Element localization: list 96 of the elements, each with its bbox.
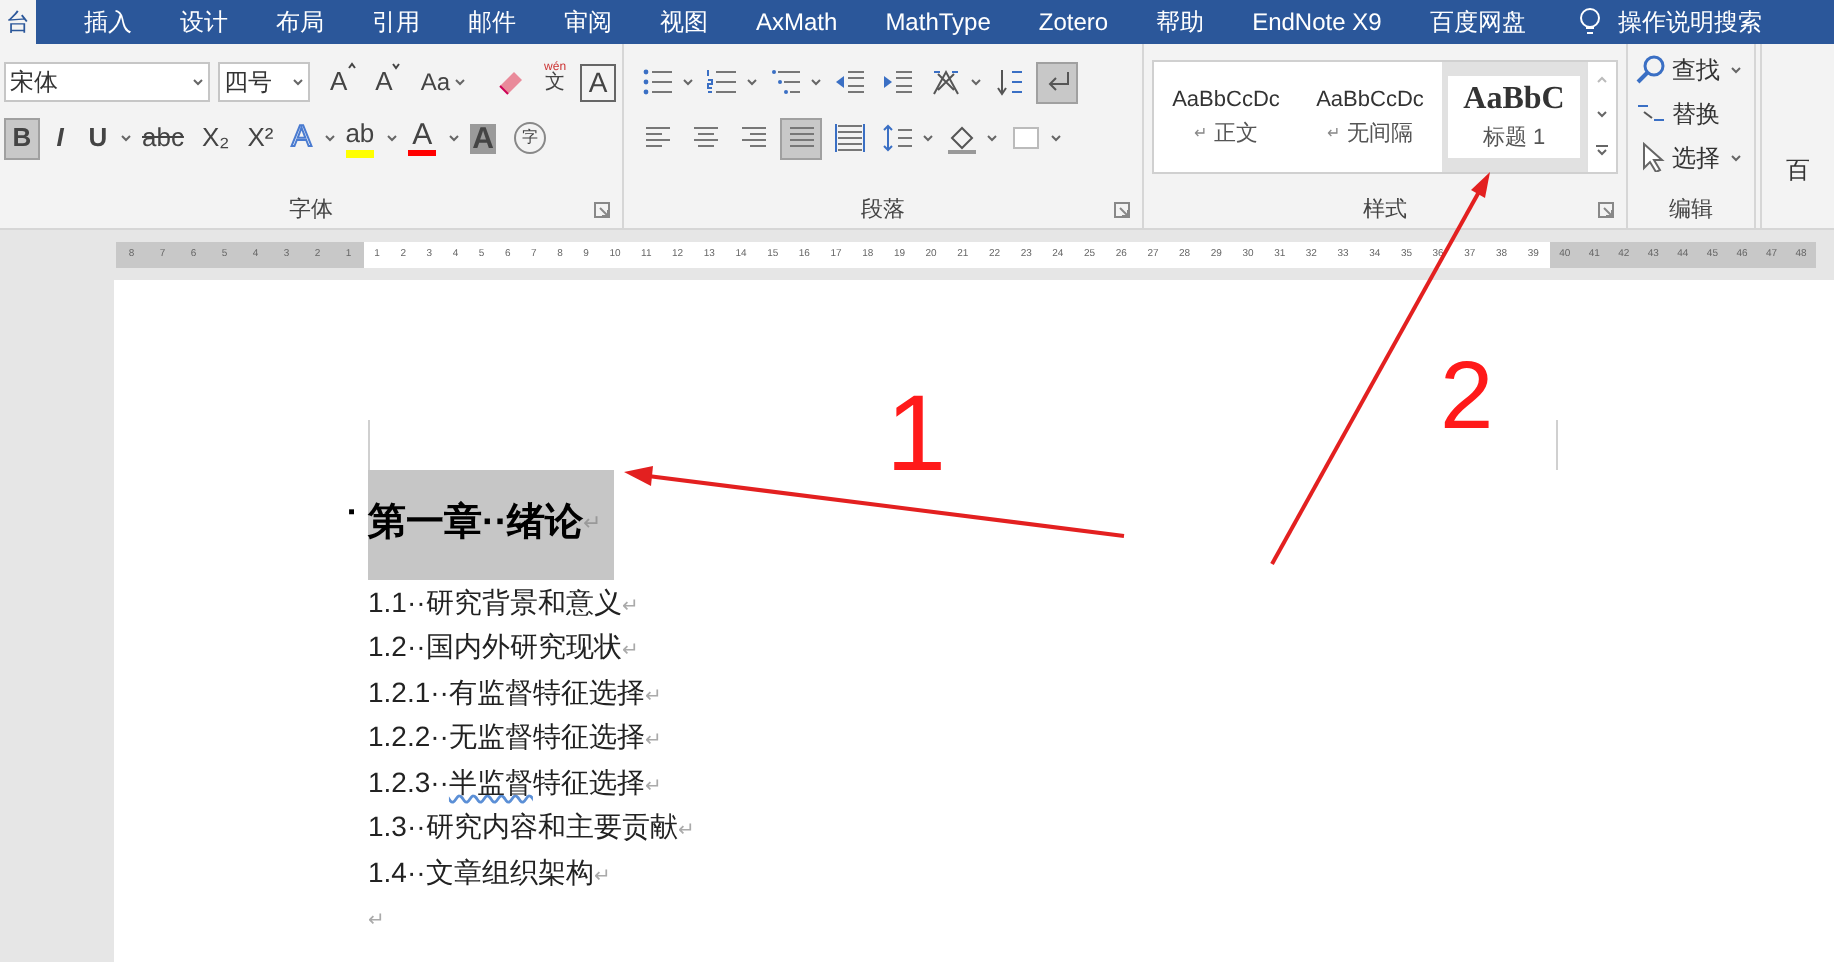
highlight-swatch: [345, 149, 374, 157]
grow-font-button[interactable]: A: [322, 62, 364, 102]
font-size-field[interactable]: 四号: [218, 62, 310, 102]
margin-mark: [368, 420, 370, 470]
document-line: 1.3··研究内容和主要贡献↵: [368, 808, 694, 847]
font-color-button[interactable]: A: [400, 117, 445, 159]
superscript-button[interactable]: X²: [239, 117, 282, 159]
asian-layout-icon: [929, 66, 961, 98]
shading-icon: [945, 122, 977, 154]
borders-icon: [1009, 122, 1041, 154]
ribbon-tab[interactable]: 视图: [640, 0, 728, 44]
caret-icon: [192, 78, 204, 86]
replace-button[interactable]: 替换: [1636, 94, 1746, 132]
character-border-button[interactable]: A: [580, 63, 617, 101]
caret-icon: [323, 134, 336, 142]
document-line: 1.1··研究背景和意义↵: [368, 583, 638, 622]
highlight-button[interactable]: ab: [337, 117, 383, 159]
caret-icon: [810, 78, 822, 86]
style-item[interactable]: AaBbCcDc ↵ 无间隔: [1298, 62, 1442, 172]
distributed-icon: [833, 122, 865, 154]
bold-button[interactable]: B: [4, 117, 40, 159]
caret-icon: [1730, 65, 1742, 73]
caret-icon: [292, 78, 304, 86]
document-line: 1.2.1··有监督特征选择↵: [368, 673, 661, 712]
line-spacing-icon: [881, 122, 913, 154]
ribbon-tab[interactable]: MathType: [865, 0, 1011, 44]
scroll-down-icon: [1595, 109, 1607, 118]
bullet-mark: ▪: [348, 500, 356, 528]
ribbon-tab[interactable]: 设计: [160, 0, 248, 44]
justify-button[interactable]: [780, 117, 822, 159]
group-label: 编辑: [1669, 195, 1713, 226]
paragraph-mark: ↵: [1327, 126, 1341, 142]
caret-icon: [1730, 153, 1742, 161]
caret-icon: [448, 134, 461, 142]
ribbon-tab[interactable]: AxMath: [736, 0, 858, 44]
tell-me-search[interactable]: 操作说明搜索: [1577, 0, 1762, 44]
find-button[interactable]: 查找: [1636, 50, 1746, 88]
caret-icon: [454, 78, 467, 86]
paragraph-mark: ↵: [1194, 126, 1208, 142]
caret-icon: [746, 78, 758, 86]
caret-icon: [120, 134, 132, 142]
style-item[interactable]: AaBbC 标题 1: [1442, 62, 1586, 172]
style-item[interactable]: AaBbCcDc ↵ 正文: [1154, 62, 1298, 172]
increase-indent-icon: [881, 66, 913, 98]
document-line: 1.4··文章组织架构↵: [368, 853, 610, 892]
ribbon-tab[interactable]: 审阅: [544, 0, 632, 44]
margin-mark: [1556, 420, 1558, 470]
ribbon-tab[interactable]: 引用: [352, 0, 440, 44]
dialog-launcher-icon[interactable]: [1598, 202, 1614, 218]
multilevel-list-icon: [769, 66, 801, 98]
scroll-up-icon: [1595, 75, 1607, 84]
strikethrough-button[interactable]: abc: [134, 117, 192, 159]
group-label: 百: [1786, 154, 1810, 188]
group-label: 样式: [1363, 195, 1407, 226]
ribbon-tab[interactable]: 台: [0, 0, 36, 44]
sort-icon: [993, 66, 1025, 98]
subscript-button[interactable]: X₂: [193, 117, 238, 159]
group-label: 段落: [861, 195, 905, 226]
caret-icon: [682, 78, 694, 86]
dialog-launcher-icon[interactable]: [594, 202, 610, 218]
paragraph-marks-button[interactable]: [1036, 61, 1078, 103]
change-case-button[interactable]: Aa: [412, 62, 475, 102]
bullets-icon: [641, 66, 673, 98]
ribbon-tab[interactable]: EndNote X9: [1232, 0, 1402, 44]
caret-icon: [986, 134, 998, 142]
ribbon-tab[interactable]: 帮助: [1136, 0, 1225, 44]
caret-icon: [1050, 134, 1062, 142]
shrink-font-button[interactable]: A: [367, 62, 409, 102]
document-line: 1.2.3··半监督特征选择↵: [368, 763, 661, 802]
select-button[interactable]: 选择: [1636, 138, 1746, 176]
caret-icon: [922, 134, 934, 142]
document-line: 1.2··国内外研究现状↵: [368, 628, 638, 667]
annotation-number: 1: [886, 380, 947, 488]
underline-button[interactable]: U: [80, 117, 116, 159]
ribbon-tab[interactable]: 布局: [256, 0, 344, 44]
empty-paragraph: ↵: [368, 908, 384, 937]
ribbon-tab[interactable]: 插入: [64, 0, 152, 44]
dialog-launcher-icon[interactable]: [1114, 202, 1130, 218]
ribbon-tab[interactable]: 邮件: [448, 0, 536, 44]
italic-button[interactable]: I: [42, 117, 78, 159]
heading-text: 第一章··绪论↵: [368, 470, 614, 580]
font-name-field[interactable]: 宋体: [4, 62, 210, 102]
numbered-list-icon: [705, 66, 737, 98]
lightbulb-icon: [1577, 6, 1602, 38]
group-label: 字体: [289, 195, 333, 226]
magnifier-icon: [1636, 54, 1666, 84]
decrease-indent-icon: [833, 66, 865, 98]
caret-icon: [386, 134, 399, 142]
ribbon-tab[interactable]: Zotero: [1018, 0, 1129, 44]
more-styles-icon: [1593, 144, 1609, 159]
ribbon-tab[interactable]: 百度网盘: [1409, 0, 1546, 44]
color-swatch: [408, 150, 437, 156]
eraser-icon: [494, 66, 527, 98]
document-line: 1.2.2··无监督特征选择↵: [368, 718, 661, 757]
caret-icon: [970, 78, 982, 86]
annotation-number: 2: [1440, 350, 1494, 446]
